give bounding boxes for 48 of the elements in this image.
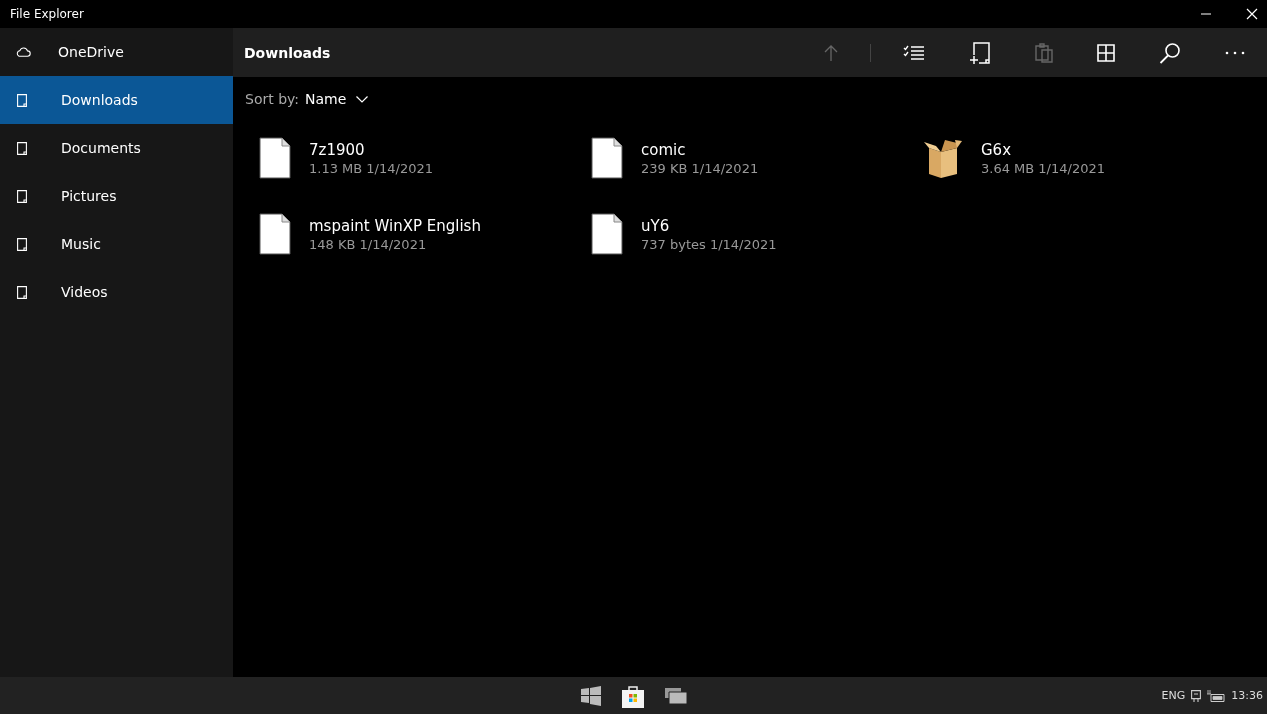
file-details: 1.13 MB 1/14/2021 <box>309 160 433 176</box>
sidebar-item[interactable]: Pictures <box>0 172 233 220</box>
document-icon <box>259 213 291 255</box>
sidebar-item[interactable]: OneDrive <box>0 28 233 76</box>
file-name: uY6 <box>641 216 671 235</box>
grid-icon[interactable] <box>1097 43 1115 62</box>
window-title: File Explorer <box>10 7 84 21</box>
search-icon[interactable] <box>1159 41 1181 64</box>
file-item[interactable]: uY6 737 bytes 1/14/2021 <box>591 210 923 258</box>
file-details: 148 KB 1/14/2021 <box>309 236 428 252</box>
document-icon <box>259 137 291 179</box>
file-item[interactable]: mspaint WinXP English 148 KB 1/14/2021 <box>259 210 591 258</box>
file-name: comic <box>641 140 687 159</box>
sort-dropdown[interactable]: Sort by: Name <box>245 91 369 107</box>
file-details: 239 KB 1/14/2021 <box>641 160 759 176</box>
checklist-icon[interactable] <box>903 44 925 61</box>
file-details: 737 bytes 1/14/2021 <box>641 236 777 252</box>
new-file-icon[interactable] <box>969 41 991 64</box>
windows-logo-icon[interactable] <box>580 685 601 706</box>
document-icon <box>17 237 27 251</box>
file-name: mspaint WinXP English <box>309 216 481 235</box>
chevron-down-icon <box>356 95 369 103</box>
sidebar-item[interactable]: Documents <box>0 124 233 172</box>
document-icon <box>17 189 27 203</box>
windows-stack-icon[interactable] <box>664 687 687 704</box>
document-icon <box>17 285 27 299</box>
language-indicator[interactable]: ENG <box>1161 689 1186 702</box>
folder-title: Downloads <box>244 44 331 61</box>
sidebar-item[interactable]: Music <box>0 220 233 268</box>
battery-icon[interactable] <box>1207 689 1226 702</box>
document-icon <box>591 213 623 255</box>
document-icon <box>17 141 27 155</box>
file-name: 7z1900 <box>309 140 366 159</box>
document-icon <box>591 137 623 179</box>
document-icon <box>17 93 27 107</box>
cloud-icon <box>14 47 32 57</box>
close-icon[interactable] <box>1246 8 1258 20</box>
file-item[interactable]: comic 239 KB 1/14/2021 <box>591 134 923 182</box>
sidebar-item[interactable]: Downloads <box>0 76 233 124</box>
clock[interactable]: 13:36 <box>1231 689 1263 702</box>
more-icon[interactable] <box>1225 50 1245 55</box>
file-name: G6x <box>981 140 1013 159</box>
shopping-bag-icon[interactable] <box>620 683 645 708</box>
file-item[interactable]: 7z1900 1.13 MB 1/14/2021 <box>259 134 591 182</box>
file-details: 3.64 MB 1/14/2021 <box>981 160 1105 176</box>
network-icon[interactable] <box>1191 689 1202 702</box>
sidebar-item[interactable]: Videos <box>0 268 233 316</box>
file-item[interactable]: G6x 3.64 MB 1/14/2021 <box>923 134 1255 182</box>
